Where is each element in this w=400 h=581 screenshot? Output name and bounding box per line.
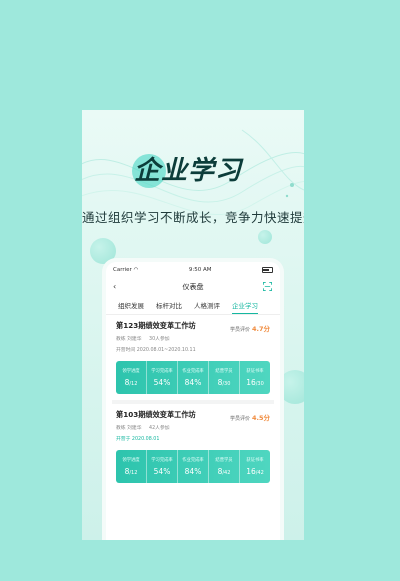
stat-item: 获证书率 16/42 — [246, 458, 264, 476]
status-carrier: Carrier ◠ — [113, 267, 139, 273]
rating: 学员评价 4.7分 — [229, 325, 270, 333]
course-card[interactable]: 第103期绩效变革工作坊 学员评价 4.5分 教练 刘建华 42人参加 开营于 2… — [112, 400, 274, 489]
stat-item: 学习完成率 54% — [147, 361, 178, 394]
bubble-decoration — [278, 370, 304, 404]
rating-value: 4.7分 — [251, 325, 270, 333]
course-participants: 30人参加 — [149, 337, 170, 342]
tab-personality-test[interactable]: 人格测评 — [188, 300, 226, 314]
scan-icon[interactable] — [263, 282, 272, 291]
nav-title: 仪表盘 — [182, 283, 204, 291]
phone-screen: Carrier ◠ 9:50 AM ‹ 仪表盘 组织发展 标杆对比 人格测评 企… — [106, 262, 280, 540]
course-teacher: 教练 刘建华 — [116, 426, 142, 431]
wifi-icon: ◠ — [133, 267, 139, 273]
stat-item: 作业完成率 84% — [178, 450, 209, 483]
course-meta: 教练 刘建华 30人参加 — [116, 335, 270, 342]
course-participants: 42人参加 — [149, 426, 170, 431]
rating-value: 4.5分 — [251, 414, 270, 422]
chevron-left-icon[interactable]: ‹ — [113, 282, 116, 291]
stat-item: 结营学员 8/42 — [209, 450, 240, 483]
course-meta: 教练 刘建华 42人参加 — [116, 424, 270, 431]
stat-item: 学习完成率 54% — [147, 450, 178, 483]
bubble-decoration — [90, 238, 116, 264]
stats-panel: 领学进度 8/12 学习完成率 54% 作业完成率 84% 结营学员 8/42 获证书率… — [116, 450, 270, 483]
course-card[interactable]: 第123期绩效变革工作坊 学员评价 4.7分 教练 刘建华 30人参加 开营时间 … — [112, 315, 274, 400]
status-battery-area — [261, 267, 273, 273]
stat-item: 结营学员 8/30 — [209, 361, 240, 394]
stats-panel: 领学进度 8/12 学习完成率 54% 作业完成率 84% 结营学员 8/30 获证书率… — [116, 361, 270, 394]
stat-item: 领学进度 8/12 — [116, 450, 147, 483]
status-time: 9:50 AM — [188, 267, 212, 273]
tab-org-development[interactable]: 组织发展 — [112, 300, 150, 314]
rating: 学员评价 4.5分 — [229, 414, 270, 422]
tab-enterprise-learning[interactable]: 企业学习 — [226, 300, 264, 314]
course-teacher: 教练 刘建华 — [116, 337, 142, 342]
course-date: 开营时间 2020.08.01~2020.10.11 — [116, 348, 196, 353]
hero-title: 企业学习 — [134, 156, 243, 186]
tab-bar: 组织发展 标杆对比 人格测评 企业学习 — [106, 296, 280, 315]
course-date: 开营于 2020.08.01 — [116, 437, 160, 442]
status-bar: Carrier ◠ 9:50 AM — [106, 262, 280, 278]
nav-bar: ‹ 仪表盘 — [106, 278, 280, 296]
stat-item: 领学进度 8/12 — [116, 361, 147, 394]
promo-card: 企业学习 通过组织学习不断成长，竞争力快速提升 Carrier ◠ 9:50 A… — [82, 110, 304, 540]
battery-icon — [261, 267, 273, 273]
bubble-decoration — [258, 230, 272, 244]
stat-item: 作业完成率 84% — [178, 361, 209, 394]
tab-benchmark[interactable]: 标杆对比 — [150, 300, 188, 314]
stat-item: 获证书率 16/30 — [246, 369, 264, 387]
hero-subtitle: 通过组织学习不断成长，竞争力快速提升 — [82, 210, 304, 225]
